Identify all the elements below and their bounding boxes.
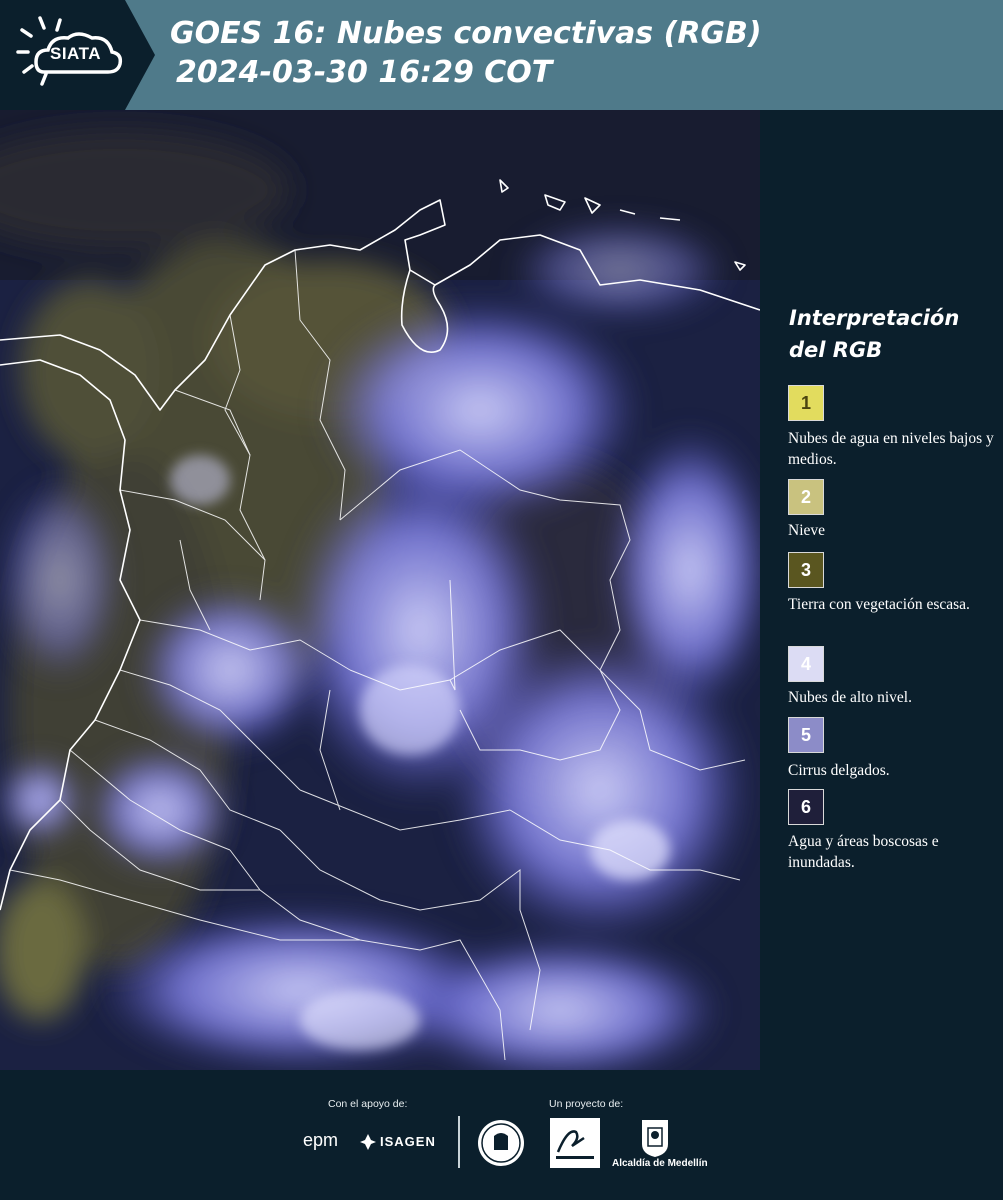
area-metropolitana-logo-icon [550, 1118, 600, 1168]
legend-label: Nubes de alto nivel. [788, 689, 912, 706]
page-title: GOES 16: Nubes convectivas (RGB) [170, 16, 762, 51]
project-caption: Un proyecto de: [549, 1098, 624, 1110]
page: SIATA GOES 16: Nubes convectivas (RGB) 2… [0, 0, 1003, 1200]
legend-number: 6 [800, 796, 811, 817]
page-timestamp: 2024-03-30 16:29 COT [176, 55, 553, 90]
alcaldia-logo: Alcaldía de Medellín [612, 1158, 708, 1169]
isagen-logo: ISAGEN [380, 1134, 436, 1149]
legend-swatch-4: 4 [788, 646, 824, 682]
univ-seal-icon [478, 1120, 524, 1166]
legend-number: 4 [800, 653, 811, 674]
legend-label: Agua y áreas boscosas e inundadas. [788, 833, 939, 871]
legend-label: Nubes de agua en niveles bajos y medios. [788, 430, 994, 468]
legend-number: 5 [800, 724, 811, 745]
legend-number: 2 [800, 486, 811, 507]
alcaldia-shield-icon [642, 1120, 668, 1157]
satellite-composite-image [0, 110, 760, 1070]
legend-number: 3 [800, 559, 811, 580]
satellite-map[interactable] [0, 110, 760, 1070]
footer-divider [458, 1116, 460, 1168]
legend-swatch-5: 5 [788, 717, 824, 753]
epm-logo: epm [303, 1130, 339, 1150]
legend-panel: Interpretación del RGB 1 Nubes de agua e… [760, 110, 1003, 1070]
isagen-logo-icon [360, 1134, 376, 1150]
legend-swatch-6: 6 [788, 789, 824, 825]
legend-number: 1 [800, 392, 811, 413]
footer: Con el apoyo de: Un proyecto de: epm ISA… [0, 1070, 1003, 1200]
legend-title: Interpretación del RGB [789, 306, 960, 362]
legend-swatch-3: 3 [788, 552, 824, 588]
siata-logo-text: SIATA [50, 44, 101, 63]
legend-label: Nieve [788, 522, 826, 539]
legend-swatch-1: 1 [788, 385, 824, 421]
legend-label: Tierra con vegetación escasa. [788, 596, 970, 613]
support-caption: Con el apoyo de: [328, 1098, 408, 1110]
header-bar: SIATA GOES 16: Nubes convectivas (RGB) 2… [0, 0, 1003, 110]
legend-swatch-2: 2 [788, 479, 824, 515]
legend-label: Cirrus delgados. [788, 762, 890, 779]
siata-logo: SIATA [0, 0, 155, 110]
